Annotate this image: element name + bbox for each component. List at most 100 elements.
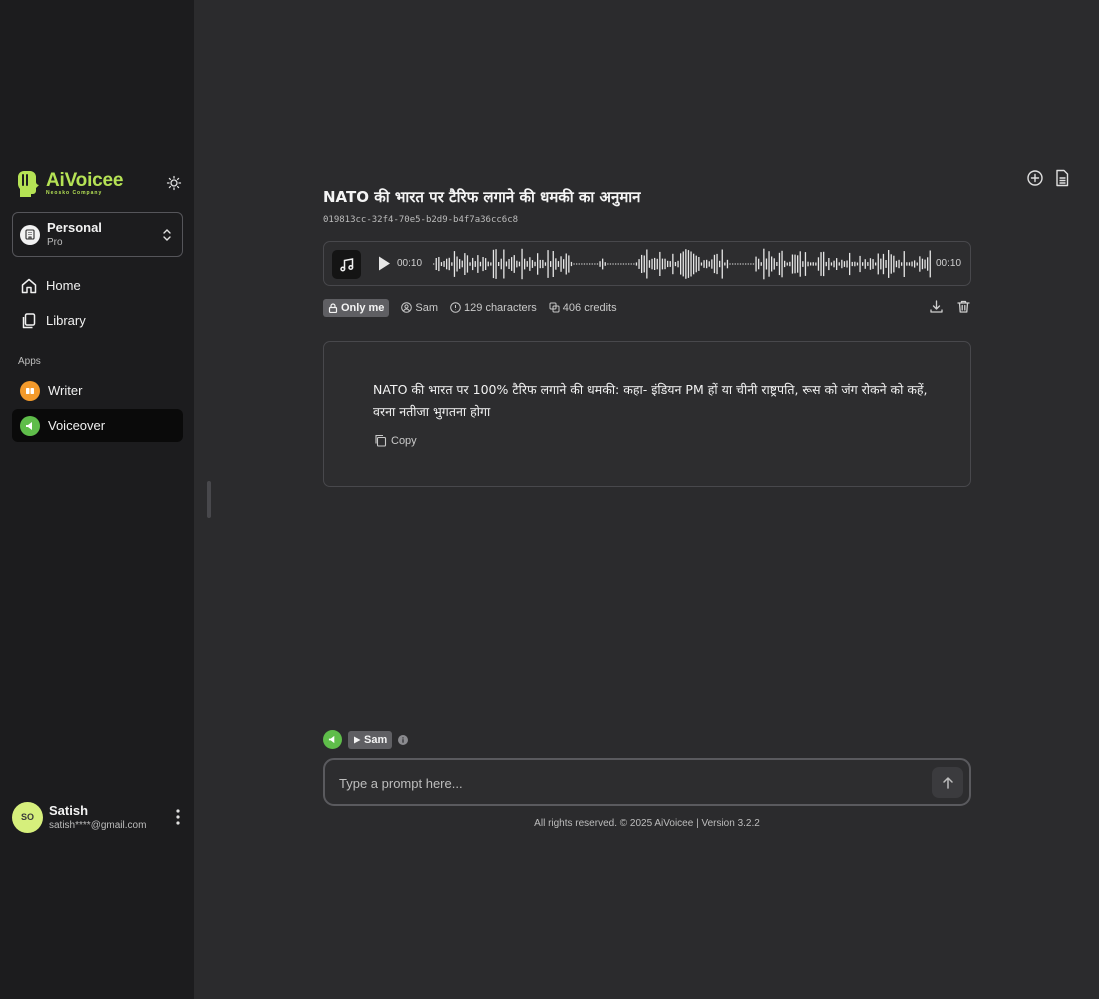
waveform-bar (815, 262, 817, 266)
waveform-bar (513, 255, 515, 273)
script-text-card: NATO की भारत पर 100% टैरिफ लगाने की धमकी… (323, 341, 971, 487)
sidebar-resize-handle[interactable] (207, 481, 211, 518)
waveform-bar (641, 254, 643, 273)
theme-toggle-sun-icon[interactable] (166, 175, 182, 191)
waveform-bar (786, 262, 788, 266)
waveform-bar (495, 249, 497, 279)
waveform-bar (511, 257, 513, 271)
sidebar-item-writer[interactable]: Writer (12, 374, 183, 407)
voice-select-button[interactable]: Sam (348, 730, 393, 749)
play-icon (354, 736, 361, 743)
waveform-bar (529, 257, 531, 271)
waveform-bar (807, 261, 809, 267)
waveform-bar (812, 262, 814, 266)
send-button[interactable] (932, 767, 963, 798)
waveform-bar (719, 260, 721, 268)
waveform-bar (526, 261, 528, 267)
play-icon[interactable] (377, 255, 391, 272)
waveform-bar (433, 263, 435, 265)
waveform-bar (656, 258, 658, 270)
home-icon (20, 277, 38, 295)
waveform-bar (846, 260, 848, 268)
sidebar-item-library[interactable]: Library (12, 304, 183, 337)
waveform-bar (882, 253, 885, 275)
brand-tagline: Neosko Company (46, 189, 103, 196)
waveform-bar (698, 257, 700, 271)
generation-id: 019813cc-32f4-70e5-b2d9-b4f7a36cc6c8 (323, 215, 519, 225)
waveform-bar (750, 263, 752, 265)
voiceover-app-icon (323, 730, 342, 749)
chevron-up-down-icon (163, 229, 171, 241)
download-icon[interactable] (929, 299, 944, 314)
voice-meta: Sam (401, 302, 438, 314)
waveform-bar (498, 262, 500, 266)
waveform-bar (440, 262, 443, 266)
new-plus-icon[interactable] (1026, 169, 1044, 187)
copy-icon (375, 434, 387, 447)
waveform-bar (609, 263, 612, 265)
waveform-bar (659, 251, 661, 276)
waveform-bar (797, 255, 799, 273)
waveform-bar (500, 258, 502, 270)
workspace-switcher[interactable]: Personal Pro (12, 212, 183, 257)
sidebar-item-label: Library (46, 313, 86, 328)
waveform-bar (916, 262, 918, 266)
generation-actions (929, 299, 971, 314)
prompt-input[interactable] (339, 772, 919, 794)
waveform-bar (747, 263, 749, 265)
sidebar-item-home[interactable]: Home (12, 269, 183, 302)
waveform-bar (651, 258, 653, 270)
sidebar-item-label: Writer (48, 383, 83, 398)
waveform-bar (544, 262, 547, 266)
brand-logo[interactable]: AiVoicee Neosko Company (16, 169, 123, 197)
document-icon[interactable] (1053, 169, 1071, 187)
waveform-bar (646, 249, 648, 279)
waveform-bar (630, 263, 632, 265)
waveform-bar (453, 251, 456, 277)
waveform[interactable] (432, 247, 932, 281)
waveform-bar (685, 249, 687, 279)
waveform-bar (474, 261, 476, 267)
waveform-bar (573, 263, 575, 265)
music-note-button[interactable] (332, 250, 361, 279)
trash-icon[interactable] (956, 299, 971, 314)
visibility-badge[interactable]: Only me (323, 298, 390, 317)
waveform-bar (771, 256, 773, 272)
waveform-bar (711, 259, 713, 269)
user-profile[interactable]: SO Satish satish****@gmail.com (12, 800, 187, 834)
waveform-bar (583, 263, 586, 265)
waveform-bar (677, 260, 679, 268)
waveform-bar (721, 249, 723, 279)
sidebar-item-voiceover[interactable]: Voiceover (12, 409, 183, 442)
waveform-bar (877, 253, 879, 275)
waveform-bar (563, 259, 565, 269)
waveform-bar (776, 262, 778, 266)
workspace-name: Personal (47, 220, 102, 235)
waveform-bar (760, 262, 762, 266)
info-icon[interactable] (398, 734, 409, 745)
copy-button[interactable]: Copy (374, 434, 417, 447)
waveform-bar (594, 263, 596, 265)
waveform-bar (518, 261, 521, 267)
waveform-bar (625, 263, 627, 265)
waveform-bar (724, 262, 726, 266)
waveform-bar (927, 257, 929, 271)
waveform-bar (784, 260, 786, 268)
waveform-bar (755, 256, 757, 272)
waveform-bar (555, 258, 557, 270)
waveform-bar (739, 263, 742, 265)
waveform-bar (687, 250, 690, 278)
waveform-bar (578, 263, 580, 265)
waveform-bar (622, 263, 625, 265)
waveform-bar (778, 252, 781, 276)
more-vertical-icon[interactable] (175, 808, 181, 826)
waveform-bar (591, 263, 593, 265)
waveform-bar (643, 255, 645, 273)
waveform-bar (859, 255, 861, 273)
footer-text: All rights reserved. © 2025 AiVoicee | V… (534, 818, 760, 829)
waveform-bar (602, 258, 604, 270)
waveform-bar (479, 261, 482, 267)
waveform-bar (708, 261, 710, 267)
waveform-bar (789, 261, 791, 267)
waveform-bar (903, 251, 905, 277)
